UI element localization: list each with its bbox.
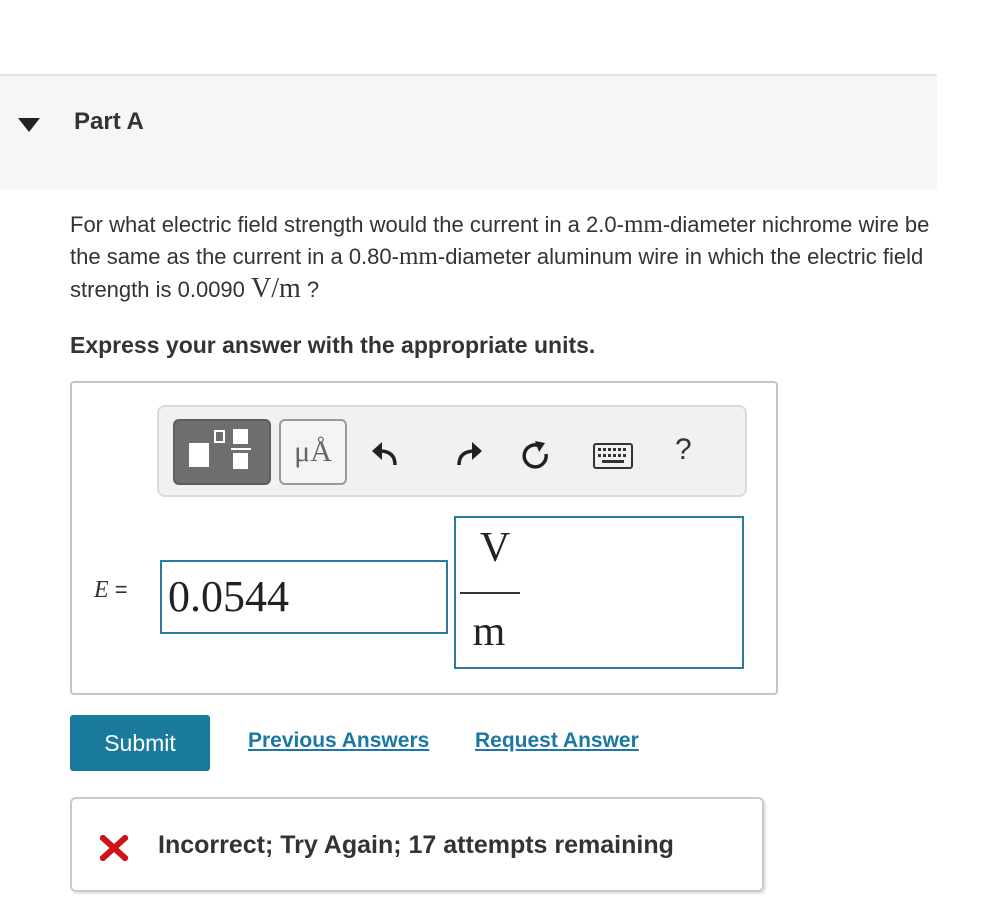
templates-icon [189,429,251,469]
feedback-text: Incorrect; Try Again; 17 attempts remain… [158,831,674,859]
answer-value-input[interactable]: 0.0544 [160,560,448,634]
help-icon[interactable]: ? [675,433,692,467]
redo-icon[interactable] [453,439,485,471]
templates-button[interactable] [173,419,271,485]
units-button[interactable]: μÅ [279,419,347,485]
answer-units-input[interactable]: V m [454,516,744,669]
incorrect-x-icon [100,835,128,861]
answer-box: μÅ ? E = 0.0544 V m [70,381,778,695]
part-title: Part A [74,108,144,135]
part-header[interactable]: Part A [0,74,937,189]
unit-denominator: m [472,609,506,655]
reset-icon[interactable] [519,439,551,471]
question-text: For what electric field strength would t… [70,211,930,304]
undo-icon[interactable] [369,439,401,471]
math-toolbar: μÅ ? [157,405,747,497]
fraction-bar [460,592,520,594]
submit-button[interactable]: Submit [70,715,210,771]
caret-down-icon[interactable] [18,118,40,132]
equals-sign: = [114,577,128,602]
unit-numerator: V [479,525,511,571]
answer-instructions: Express your answer with the appropriate… [70,332,596,358]
variable-symbol: E [94,577,109,603]
feedback-box: Incorrect; Try Again; 17 attempts remain… [70,797,764,892]
answer-variable-label: E = [94,577,128,604]
request-answer-link[interactable]: Request Answer [475,729,639,753]
keyboard-icon[interactable] [593,443,633,469]
previous-answers-link[interactable]: Previous Answers [248,729,429,753]
